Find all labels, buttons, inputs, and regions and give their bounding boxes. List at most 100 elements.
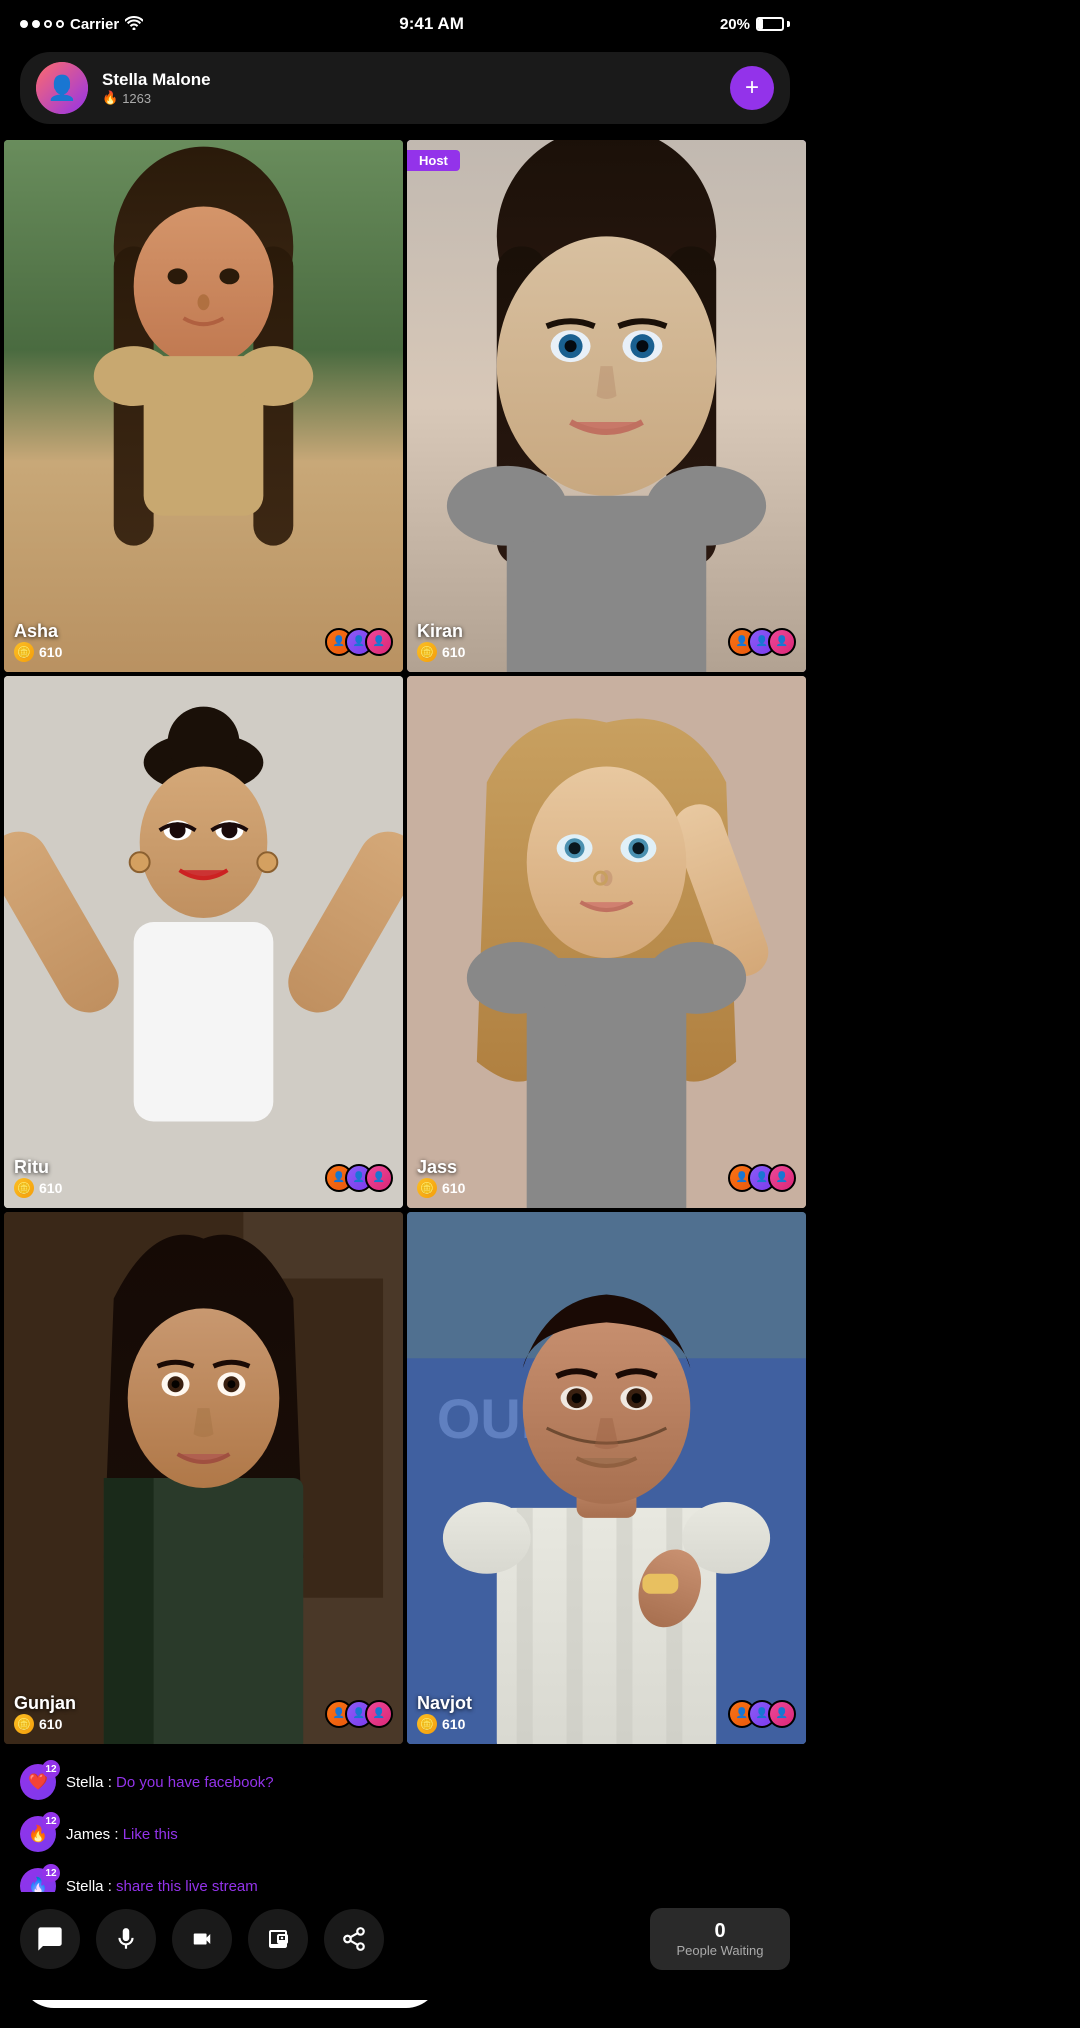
host-score: 🔥 1263 — [102, 90, 716, 106]
mini-avatar-3k: 👤 — [768, 628, 796, 656]
coin-icon-jass: 🪙 — [417, 1178, 437, 1198]
mini-avatar-3n: 👤 — [768, 1700, 796, 1728]
cell-bottom-asha: Asha 🪙 610 👤 👤 👤 — [14, 621, 393, 662]
cell-info-jass: Jass 🪙 610 — [417, 1157, 465, 1198]
host-name: Stella Malone — [102, 70, 716, 90]
cell-bottom-kiran: Kiran 🪙 610 👤 👤 👤 — [417, 621, 796, 662]
cell-name-jass: Jass — [417, 1157, 465, 1178]
video-cell-kiran[interactable]: Host Kiran 🪙 610 👤 👤 👤 — [407, 140, 806, 672]
coin-icon-navjot: 🪙 — [417, 1714, 437, 1734]
video-cell-gunjan[interactable]: Gunjan 🪙 610 👤 👤 👤 — [4, 1212, 403, 1744]
host-score-value: 1263 — [122, 91, 151, 106]
people-waiting[interactable]: 0 People Waiting — [650, 1908, 790, 1970]
chat-sender-2: James : — [66, 1826, 123, 1843]
people-waiting-label: People Waiting — [670, 1943, 770, 1958]
cell-coins-kiran: 🪙 610 — [417, 642, 465, 662]
person-bg-asha — [4, 140, 403, 672]
cell-coins-gunjan: 🪙 610 — [14, 1714, 76, 1734]
person-bg-navjot: OURANC — [407, 1212, 806, 1744]
badge-num-2: 12 — [42, 1812, 60, 1830]
video-grid: Asha 🪙 610 👤 👤 👤 — [4, 140, 806, 1744]
host-avatar: 👤 — [36, 62, 88, 114]
chat-sender-1: Stella : — [66, 1774, 116, 1791]
carrier-label: Carrier — [70, 16, 119, 33]
cell-name-asha: Asha — [14, 621, 62, 642]
avatar-stack-ritu: 👤 👤 👤 — [325, 1164, 393, 1192]
mini-avatar-3: 👤 — [365, 628, 393, 656]
coin-value-ritu: 610 — [39, 1180, 62, 1196]
video-cell-navjot[interactable]: OURANC — [407, 1212, 806, 1744]
coin-icon-gunjan: 🪙 — [14, 1714, 34, 1734]
cell-bottom-navjot: Navjot 🪙 610 👤 👤 👤 — [417, 1693, 796, 1734]
coin-icon-kiran: 🪙 — [417, 642, 437, 662]
signal-dot-1 — [20, 20, 28, 28]
cell-bottom-gunjan: Gunjan 🪙 610 👤 👤 👤 — [14, 1693, 393, 1734]
cell-info-ritu: Ritu 🪙 610 — [14, 1157, 62, 1198]
share-bottom-button[interactable] — [324, 1909, 384, 1969]
battery-percent: 20% — [720, 16, 750, 33]
video-cell-jass[interactable]: Jass 🪙 610 👤 👤 👤 — [407, 676, 806, 1208]
cell-name-navjot: Navjot — [417, 1693, 472, 1714]
cell-bottom-jass: Jass 🪙 610 👤 👤 👤 — [417, 1157, 796, 1198]
avatar-stack-jass: 👤 👤 👤 — [728, 1164, 796, 1192]
mini-avatar-3r: 👤 — [365, 1164, 393, 1192]
host-profile-bar: 👤 Stella Malone 🔥 1263 + — [20, 52, 790, 124]
avatar-stack-navjot: 👤 👤 👤 — [728, 1700, 796, 1728]
cell-name-ritu: Ritu — [14, 1157, 62, 1178]
chat-text-1: Stella : Do you have facebook? — [66, 1774, 274, 1791]
signal-icon — [20, 20, 64, 28]
mini-avatar-3j: 👤 — [768, 1164, 796, 1192]
avatar-stack-asha: 👤 👤 👤 — [325, 628, 393, 656]
coin-value-jass: 610 — [442, 1180, 465, 1196]
chat-button[interactable] — [20, 1909, 80, 1969]
cell-coins-asha: 🪙 610 — [14, 642, 62, 662]
add-host-button[interactable]: + — [730, 66, 774, 110]
status-left: Carrier — [20, 16, 143, 33]
cell-info-gunjan: Gunjan 🪙 610 — [14, 1693, 76, 1734]
person-bg-ritu — [4, 676, 403, 1208]
chat-badge-stella-1: ❤️ 12 — [20, 1764, 56, 1800]
avatar-stack-gunjan: 👤 👤 👤 — [325, 1700, 393, 1728]
cell-info-kiran: Kiran 🪙 610 — [417, 621, 465, 662]
person-bg-gunjan — [4, 1212, 403, 1744]
video-button[interactable] — [172, 1909, 232, 1969]
badge-num-3: 12 — [42, 1864, 60, 1882]
mic-button[interactable] — [96, 1909, 156, 1969]
cell-coins-ritu: 🪙 610 — [14, 1178, 62, 1198]
coin-value-kiran: 610 — [442, 644, 465, 660]
video-cell-ritu[interactable]: Ritu 🪙 610 👤 👤 👤 — [4, 676, 403, 1208]
wallet-button[interactable] — [248, 1909, 308, 1969]
coin-value-navjot: 610 — [442, 1716, 465, 1732]
chat-text-2: James : Like this — [66, 1826, 178, 1843]
cell-bottom-ritu: Ritu 🪙 610 👤 👤 👤 — [14, 1157, 393, 1198]
chat-message-1: ❤️ 12 Stella : Do you have facebook? — [20, 1764, 790, 1800]
people-waiting-count: 0 — [670, 1920, 770, 1943]
coin-icon-ritu: 🪙 — [14, 1178, 34, 1198]
coin-icon: 🪙 — [14, 642, 34, 662]
fire-icon: 🔥 — [102, 90, 118, 106]
chat-message-2: 🔥 12 James : Like this — [20, 1816, 790, 1852]
bottom-bar: 0 People Waiting — [0, 1892, 810, 2000]
status-time: 9:41 AM — [399, 14, 464, 34]
host-badge: Host — [407, 150, 460, 171]
cell-info-asha: Asha 🪙 610 — [14, 621, 62, 662]
video-cell-asha[interactable]: Asha 🪙 610 👤 👤 👤 — [4, 140, 403, 672]
avatar-stack-kiran: 👤 👤 👤 — [728, 628, 796, 656]
person-bg-jass — [407, 676, 806, 1208]
wifi-icon — [125, 16, 143, 33]
battery-icon — [756, 17, 790, 31]
cell-info-navjot: Navjot 🪙 610 — [417, 1693, 472, 1734]
badge-num-1: 12 — [42, 1760, 60, 1778]
coin-value-gunjan: 610 — [39, 1716, 62, 1732]
person-bg-kiran — [407, 140, 806, 672]
chat-badge-james: 🔥 12 — [20, 1816, 56, 1852]
cell-coins-navjot: 🪙 610 — [417, 1714, 472, 1734]
chat-content-2: Like this — [123, 1826, 178, 1843]
cell-name-kiran: Kiran — [417, 621, 465, 642]
status-bar: Carrier 9:41 AM 20% — [0, 0, 810, 42]
signal-dot-4 — [56, 20, 64, 28]
cell-name-gunjan: Gunjan — [14, 1693, 76, 1714]
coin-value-asha: 610 — [39, 644, 62, 660]
host-info: Stella Malone 🔥 1263 — [102, 70, 716, 106]
bottom-actions — [20, 1909, 650, 1969]
